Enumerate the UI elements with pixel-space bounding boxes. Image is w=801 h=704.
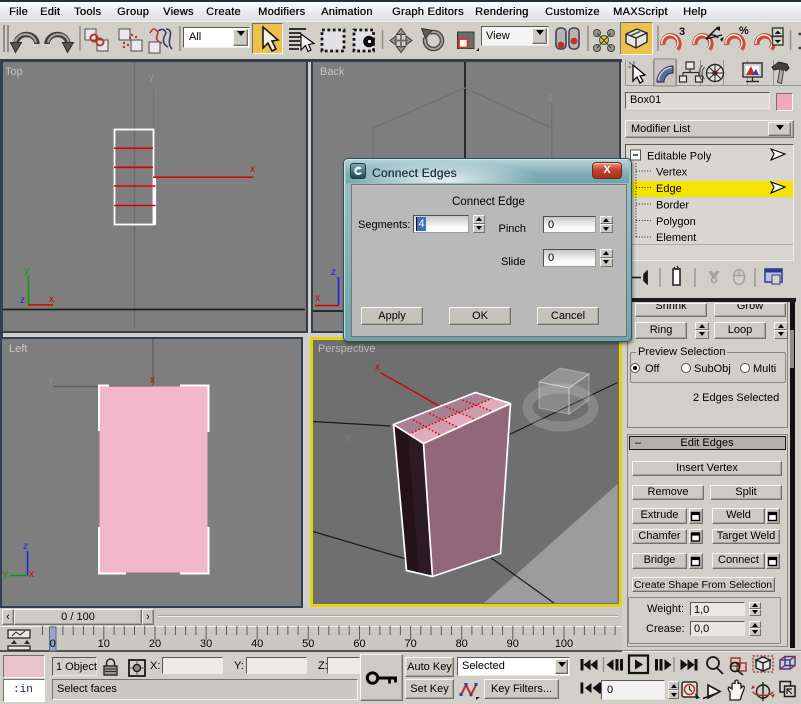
svg-text:Perspective: Perspective: [318, 343, 375, 355]
svg-text:y: y: [345, 432, 350, 443]
svg-text:x: x: [375, 362, 380, 373]
svg-text:Border: Border: [656, 200, 689, 212]
svg-text:z: z: [548, 92, 553, 103]
svg-text:y: y: [149, 72, 154, 83]
svg-text:Editable Poly: Editable Poly: [647, 151, 712, 163]
svg-text:Vertex: Vertex: [656, 167, 688, 179]
svg-text:70: 70: [404, 638, 416, 650]
svg-text:y: y: [3, 569, 8, 580]
svg-text:z: z: [331, 267, 336, 278]
svg-text:20: 20: [149, 638, 161, 650]
svg-text:Element: Element: [656, 232, 696, 244]
svg-text:Polygon: Polygon: [656, 216, 696, 228]
svg-text:z: z: [20, 295, 25, 306]
svg-text:40: 40: [251, 638, 263, 650]
svg-text:60: 60: [353, 638, 365, 650]
svg-text:y: y: [24, 266, 29, 277]
svg-text:0: 0: [50, 638, 56, 650]
svg-text:10: 10: [98, 638, 110, 650]
svg-text:x: x: [315, 293, 320, 304]
svg-text:Left: Left: [9, 343, 27, 355]
svg-text:x: x: [150, 375, 155, 386]
svg-text:3: 3: [679, 26, 685, 38]
svg-text:x: x: [29, 569, 34, 580]
svg-text:x: x: [49, 294, 54, 305]
svg-text:90: 90: [507, 638, 519, 650]
svg-text:30: 30: [200, 638, 212, 650]
svg-text:50: 50: [302, 638, 314, 650]
svg-text:100: 100: [555, 638, 573, 650]
svg-text:z: z: [23, 541, 28, 552]
svg-text:80: 80: [456, 638, 468, 650]
svg-text:x: x: [250, 164, 255, 175]
svg-text:y: y: [48, 375, 53, 386]
svg-text:Edge: Edge: [656, 183, 682, 195]
svg-text:Back: Back: [320, 66, 345, 78]
svg-text:%: %: [739, 25, 749, 37]
svg-text:Top: Top: [5, 66, 23, 78]
